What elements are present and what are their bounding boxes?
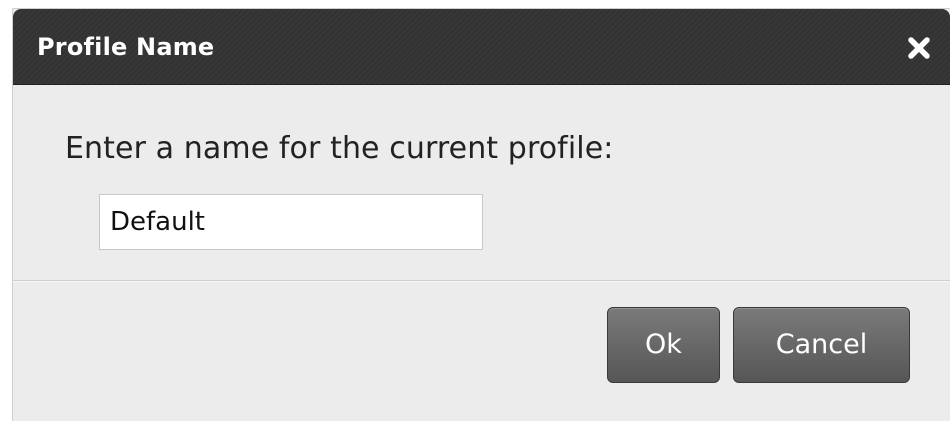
close-icon[interactable] [904,33,934,63]
close-x-glyph [908,37,930,59]
profile-name-input[interactable] [99,194,483,250]
dialog-title: Profile Name [37,33,215,61]
profile-name-prompt: Enter a name for the current profile: [65,131,614,166]
dialog-titlebar[interactable]: Profile Name [13,9,950,85]
cancel-button[interactable]: Cancel [733,307,910,383]
ok-button[interactable]: Ok [607,307,720,383]
profile-name-dialog: Profile Name Enter a name for the curren… [12,8,950,421]
dialog-divider [13,280,950,282]
